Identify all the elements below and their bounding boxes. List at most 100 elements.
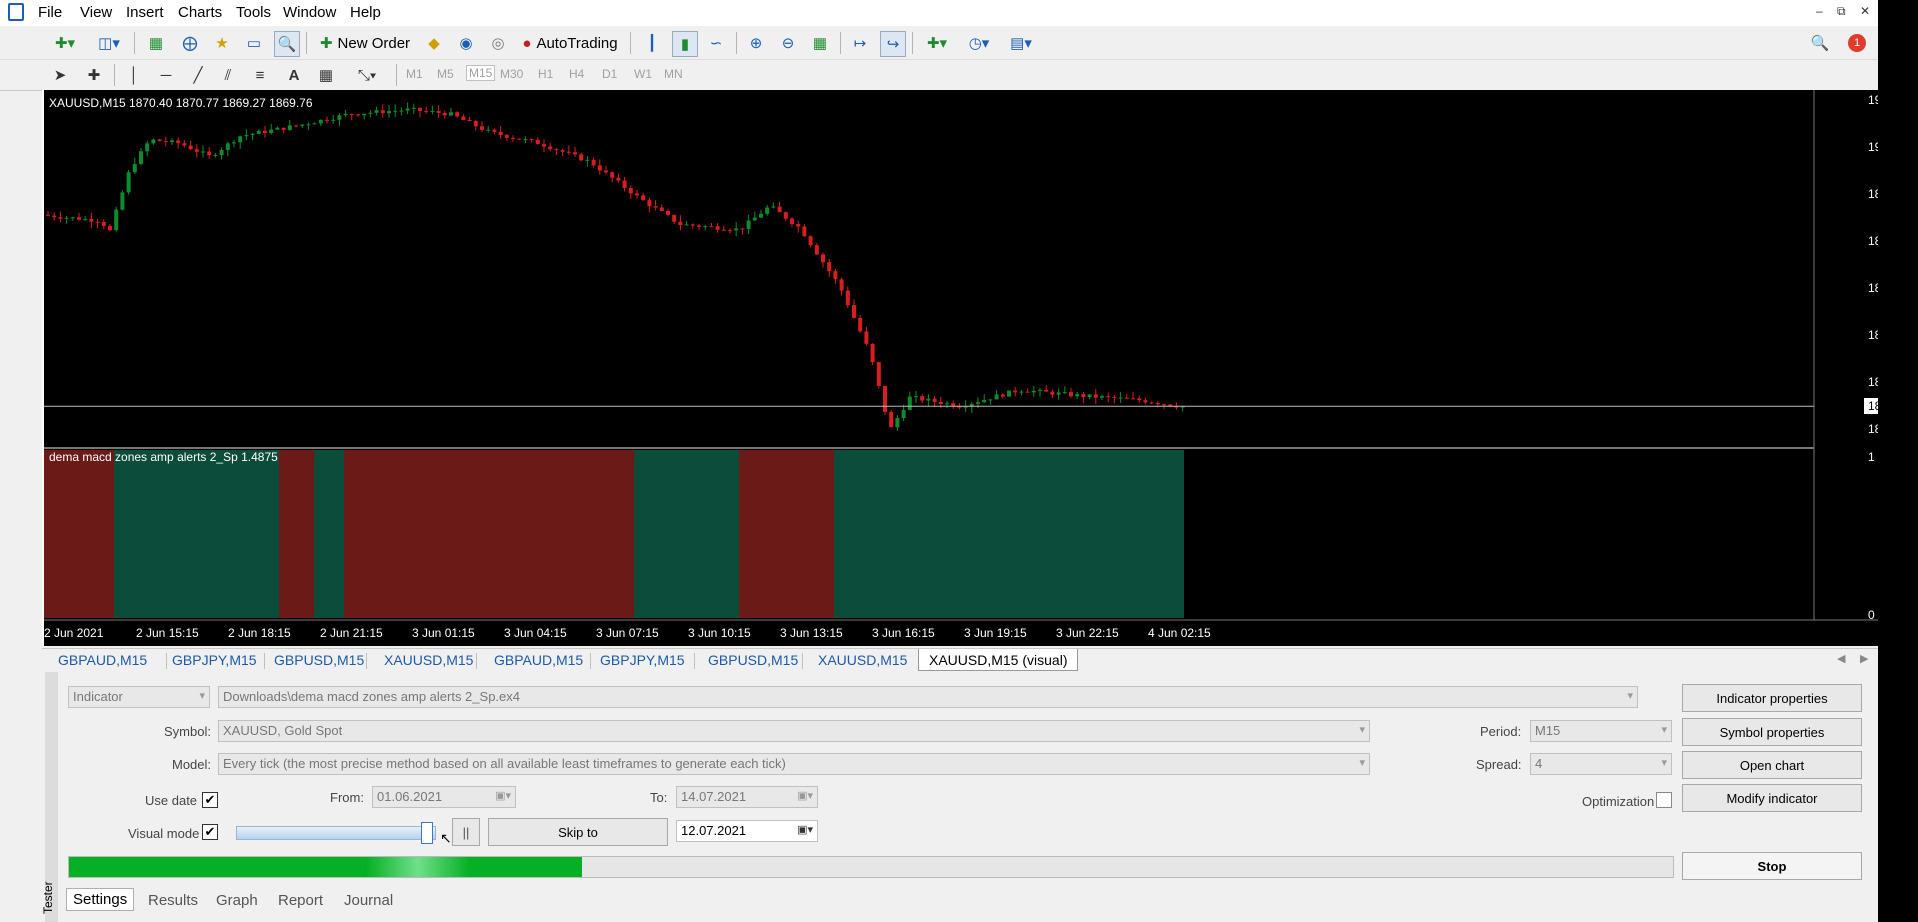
stop-button[interactable]: Stop (1682, 852, 1862, 880)
tab-report[interactable]: Report (278, 892, 323, 909)
data-window-icon[interactable]: ⨁ (178, 31, 202, 55)
zoom-out-icon[interactable]: ⊖ (776, 31, 800, 55)
timeframe-m30[interactable]: M30 (500, 67, 523, 81)
menu-bar: File View Insert Charts Tools Window Hel… (0, 0, 1878, 26)
candle-body (287, 125, 292, 130)
tab-chart[interactable]: GBPJPY,M15 (600, 652, 685, 668)
line-chart-icon[interactable]: ∽ (704, 31, 728, 55)
from-date-field[interactable]: 01.06.2021 ▣▾ (372, 786, 516, 808)
candle-body (1075, 394, 1080, 397)
tabs-scroll-left-icon[interactable]: ◀ (1837, 652, 1845, 665)
app-icon[interactable] (8, 3, 24, 21)
new-chart-icon[interactable]: ✚▾ (48, 31, 82, 55)
chevron-down-icon: ▾ (199, 690, 205, 702)
tab-chart-active[interactable]: XAUUSD,M15 (visual) (918, 649, 1079, 671)
tab-chart[interactable]: XAUUSD,M15 (384, 652, 473, 668)
tab-chart[interactable]: GBPAUD,M15 (58, 652, 147, 668)
navigator-icon[interactable]: ★ (210, 31, 234, 55)
menu-file[interactable]: File (38, 4, 62, 21)
timeframe-d1[interactable]: D1 (602, 67, 617, 81)
modify-indicator-button[interactable]: Modify indicator (1682, 784, 1862, 812)
channel-icon[interactable]: ⫽ (218, 63, 238, 87)
symbol-properties-button[interactable]: Symbol properties (1682, 718, 1862, 746)
signals-icon[interactable]: ◉ (454, 31, 478, 55)
tile-windows-icon[interactable]: ▦ (808, 31, 832, 55)
tester-type-select[interactable]: Indicator ▾ (68, 686, 210, 708)
new-order-button[interactable]: ✚ New Order (316, 31, 414, 55)
crosshair-icon[interactable]: ✚ (84, 63, 104, 87)
tab-chart[interactable]: GBPJPY,M15 (172, 652, 257, 668)
indicators-icon[interactable]: ✚▾ (920, 31, 954, 55)
text-icon[interactable]: A (284, 63, 304, 87)
periods-icon[interactable]: ◷▾ (962, 31, 996, 55)
tab-graph[interactable]: Graph (216, 892, 258, 909)
metaeditor-icon[interactable]: ◆ (422, 31, 446, 55)
timeframe-h4[interactable]: H4 (569, 67, 584, 81)
search-icon[interactable]: 🔍 (1808, 31, 1832, 55)
fibonacci-icon[interactable]: ≡ (250, 63, 270, 87)
zoom-in-icon[interactable]: ⊕ (744, 31, 768, 55)
notification-badge[interactable]: 1 (1848, 34, 1866, 52)
trendline-icon[interactable]: ╱ (188, 63, 208, 87)
use-date-checkbox[interactable]: ✔ (202, 792, 218, 808)
menu-tools[interactable]: Tools (236, 4, 271, 21)
vertical-line-icon[interactable]: │ (124, 63, 144, 87)
indicator-properties-button[interactable]: Indicator properties (1682, 684, 1862, 712)
open-chart-button[interactable]: Open chart (1682, 751, 1862, 779)
auto-scroll-icon[interactable]: ↪ (880, 31, 906, 57)
tab-chart[interactable]: GBPUSD,M15 (708, 652, 798, 668)
candle-body (1069, 392, 1073, 397)
strategy-tester-icon[interactable]: 🔍 (274, 31, 300, 57)
skip-to-date-field[interactable]: 12.07.2021 ▣▾ (676, 820, 818, 842)
visual-speed-slider[interactable] (236, 822, 436, 844)
timeframe-m15[interactable]: M15 (466, 65, 496, 81)
tab-results[interactable]: Results (148, 892, 198, 909)
tab-chart[interactable]: GBPUSD,M15 (274, 652, 364, 668)
symbol-select[interactable]: XAUUSD, Gold Spot ▾ (218, 720, 1370, 742)
menu-charts[interactable]: Charts (178, 4, 222, 21)
restore-icon[interactable]: ⧉ (1837, 4, 1846, 19)
templates-icon[interactable]: ▤▾ (1004, 31, 1038, 55)
terminal-icon[interactable]: ▭ (242, 31, 266, 55)
autotrading-button[interactable]: ● AutoTrading (516, 31, 624, 55)
spread-select[interactable]: 4 ▾ (1530, 753, 1672, 775)
timeframe-h1[interactable]: H1 (538, 67, 553, 81)
to-date-field[interactable]: 14.07.2021 ▣▾ (676, 786, 818, 808)
tab-chart[interactable]: XAUUSD,M15 (818, 652, 907, 668)
close-icon[interactable]: ✕ (1860, 4, 1870, 18)
text-label-icon[interactable]: ▦ (316, 63, 336, 87)
menu-help[interactable]: Help (350, 4, 381, 21)
candlestick-chart-icon[interactable]: ▮ (672, 31, 698, 57)
visual-mode-checkbox[interactable]: ✔ (202, 824, 218, 840)
timeframe-m5[interactable]: M5 (437, 67, 454, 81)
optimization-checkbox[interactable] (1656, 792, 1672, 808)
chart-shift-icon[interactable]: ↦ (848, 31, 872, 55)
candle-body (883, 385, 887, 412)
slider-thumb[interactable] (421, 822, 433, 844)
period-select[interactable]: M15 ▾ (1530, 720, 1672, 742)
skip-to-button[interactable]: Skip to (488, 818, 668, 846)
market-watch-icon[interactable]: ▦ (144, 31, 168, 55)
tab-settings[interactable]: Settings (66, 888, 135, 911)
timeframe-mn[interactable]: MN (664, 67, 683, 81)
bar-chart-icon[interactable]: ┃ (640, 31, 664, 55)
candle-body (380, 110, 385, 114)
tab-chart[interactable]: GBPAUD,M15 (494, 652, 583, 668)
profiles-icon[interactable]: ◫▾ (92, 31, 126, 55)
horizontal-line-icon[interactable]: ─ (156, 63, 176, 87)
menu-view[interactable]: View (80, 4, 112, 21)
tab-journal[interactable]: Journal (344, 892, 393, 909)
price-chart[interactable]: XAUUSD,M15 1870.40 1870.77 1869.27 1869.… (42, 90, 1916, 646)
arrows-icon[interactable]: ⤡▾ (350, 63, 384, 87)
model-select[interactable]: Every tick (the most precise method base… (218, 753, 1370, 775)
timeframe-w1[interactable]: W1 (634, 67, 652, 81)
minimize-icon[interactable]: – (1816, 4, 1823, 18)
menu-insert[interactable]: Insert (126, 4, 164, 21)
pause-button[interactable]: || (452, 818, 480, 846)
tabs-scroll-right-icon[interactable]: ▶ (1860, 652, 1868, 665)
menu-window[interactable]: Window (283, 4, 336, 21)
cursor-icon[interactable]: ➤ (50, 63, 70, 87)
indicator-file-select[interactable]: Downloads\dema macd zones amp alerts 2_S… (218, 686, 1638, 708)
timeframe-m1[interactable]: M1 (406, 67, 423, 81)
market-icon[interactable]: ◎ (486, 31, 510, 55)
